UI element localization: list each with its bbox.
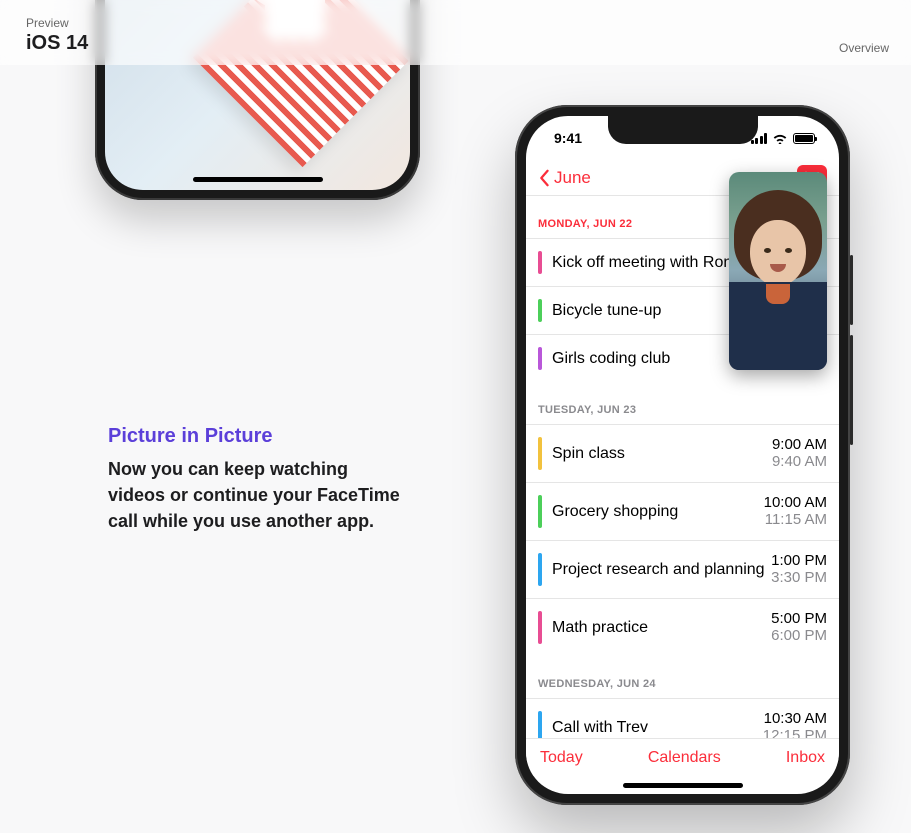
event-title: Project research and planning [552, 561, 765, 579]
event-content: Project research and planning 1:00 PM3:30… [552, 553, 827, 586]
feature-copy: Picture in Picture Now you can keep watc… [108, 425, 408, 534]
event-start-time: 9:00 AM [772, 437, 827, 454]
event-start-time: 5:00 PM [771, 611, 827, 628]
preview-label: Preview [26, 16, 88, 30]
pip-video-content [729, 172, 827, 370]
event-color-bar [538, 437, 542, 470]
phone-screen: 9:41 June [526, 116, 839, 794]
home-indicator [193, 177, 323, 182]
section-header: TUESDAY, JUN 23 [526, 382, 839, 424]
feature-heading: Picture in Picture [108, 425, 408, 448]
event-end-time: 12:15 PM [763, 728, 827, 739]
event-color-bar [538, 711, 542, 738]
event-content: Call with Trev 10:30 AM12:15 PM [552, 711, 827, 738]
event-end-time: 9:40 AM [772, 454, 827, 471]
event-end-time: 11:15 AM [764, 512, 827, 529]
calendar-event[interactable]: Spin class 9:00 AM9:40 AM [526, 424, 839, 482]
calendar-event[interactable]: Project research and planning 1:00 PM3:30… [526, 540, 839, 598]
page-topbar: Preview iOS 14 Overview [0, 0, 911, 65]
overview-link[interactable]: Overview [839, 41, 889, 55]
event-color-bar [538, 347, 542, 370]
event-end-time: 6:00 PM [771, 628, 827, 645]
event-times: 5:00 PM6:00 PM [771, 611, 827, 644]
status-time: 9:41 [554, 130, 582, 146]
chevron-left-icon [538, 169, 550, 187]
event-color-bar [538, 299, 542, 322]
event-content: Math practice 5:00 PM6:00 PM [552, 611, 827, 644]
event-times: 10:30 AM12:15 PM [763, 711, 827, 738]
inbox-button[interactable]: Inbox [786, 749, 825, 767]
event-color-bar [538, 495, 542, 528]
back-label: June [554, 168, 591, 188]
event-content: Grocery shopping 10:00 AM11:15 AM [552, 495, 827, 528]
event-title: Spin class [552, 445, 625, 463]
event-content: Spin class 9:00 AM9:40 AM [552, 437, 827, 470]
event-title: Girls coding club [552, 350, 670, 368]
primary-phone-mockup: 9:41 June [515, 105, 850, 805]
feature-body: Now you can keep watching videos or cont… [108, 456, 408, 534]
event-end-time: 3:30 PM [771, 570, 827, 587]
event-title: Math practice [552, 619, 648, 637]
event-times: 1:00 PM3:30 PM [771, 553, 827, 586]
section-header: WEDNESDAY, JUN 24 [526, 656, 839, 698]
event-start-time: 10:30 AM [763, 711, 827, 728]
status-icons [751, 132, 816, 144]
battery-icon [793, 133, 815, 144]
phone-notch [608, 116, 758, 144]
event-title: Grocery shopping [552, 503, 678, 521]
topbar-left: Preview iOS 14 [26, 16, 88, 55]
event-color-bar [538, 251, 542, 274]
wifi-icon [772, 132, 788, 144]
event-times: 9:00 AM9:40 AM [772, 437, 827, 470]
calendar-event[interactable]: Grocery shopping 10:00 AM11:15 AM [526, 482, 839, 540]
calendar-toolbar: Today Calendars Inbox [526, 738, 839, 776]
calendar-event[interactable]: Call with Trev 10:30 AM12:15 PM [526, 698, 839, 738]
calendars-button[interactable]: Calendars [648, 749, 721, 767]
event-start-time: 10:00 AM [764, 495, 827, 512]
home-indicator[interactable] [623, 783, 743, 788]
pip-facetime-window[interactable] [729, 172, 827, 370]
event-title: Bicycle tune-up [552, 302, 661, 320]
event-title: Kick off meeting with Ron [552, 254, 732, 272]
calendar-event[interactable]: Math practice 5:00 PM6:00 PM [526, 598, 839, 656]
event-title: Call with Trev [552, 719, 648, 737]
back-button[interactable]: June [538, 168, 591, 188]
event-times: 10:00 AM11:15 AM [764, 495, 827, 528]
event-color-bar [538, 553, 542, 586]
event-start-time: 1:00 PM [771, 553, 827, 570]
event-color-bar [538, 611, 542, 644]
page-title: iOS 14 [26, 32, 88, 55]
today-button[interactable]: Today [540, 749, 583, 767]
